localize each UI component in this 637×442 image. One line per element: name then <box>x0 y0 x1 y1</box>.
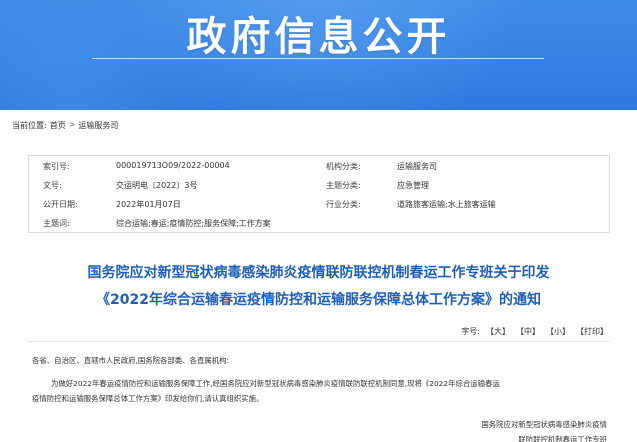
signature-line-2: 联防联控机制春运工作专班 <box>518 435 607 442</box>
salutation: 各省、自治区、直辖市人民政府,国务院各部委、各直属机构: <box>32 356 229 365</box>
font-size-medium-button[interactable]: 【中】 <box>516 326 540 337</box>
metadata-row: 主题词: 综合运输;春运;疫情防控;服务保障;工作方案 <box>29 213 609 232</box>
breadcrumb: 当前位置: 首页 > 运输服务司 <box>12 120 118 131</box>
metadata-value: 000019713O09/2022-00004 <box>116 161 230 170</box>
breadcrumb-current-link[interactable]: 运输服务司 <box>78 120 118 131</box>
font-size-small-button[interactable]: 【小】 <box>546 326 570 337</box>
breadcrumb-home-link[interactable]: 首页 <box>50 120 66 131</box>
metadata-key: 主题分类: <box>326 181 361 190</box>
metadata-key: 机构分类: <box>326 162 361 171</box>
metadata-row: 文号: 交运明电〔2022〕3号 主题分类: 应急管理 <box>29 175 609 194</box>
font-size-large-button[interactable]: 【大】 <box>486 326 510 337</box>
body-paragraph-line: 为做好2022年春运疫情防控和运输服务保障工作,经国务院应对新型冠状病毒感染肺炎… <box>51 379 500 388</box>
metadata-table: 索引号: 000019713O09/2022-00004 机构分类: 运输服务司… <box>28 155 610 233</box>
metadata-value: 综合运输;春运;疫情防控;服务保障;工作方案 <box>116 219 271 228</box>
metadata-key: 文号: <box>43 181 62 190</box>
banner: 政府信息公开 <box>0 0 637 110</box>
metadata-value: 应急管理 <box>397 181 429 190</box>
metadata-key: 行业分类: <box>326 200 361 209</box>
banner-title: 政府信息公开 <box>186 14 451 60</box>
metadata-value: 道路旅客运输;水上旅客运输 <box>397 200 496 209</box>
banner-divider <box>92 58 544 59</box>
document-title-line-1: 国务院应对新型冠状病毒感染肺炎疫情联防联控机制春运工作专班关于印发 <box>87 265 550 281</box>
breadcrumb-label: 当前位置: <box>12 121 47 130</box>
content-divider <box>28 341 610 342</box>
metadata-value: 2022年01月07日 <box>116 200 181 209</box>
print-button[interactable]: 【打印】 <box>576 326 608 337</box>
document-title-line-2: 《2022年综合运输春运疫情防控和运输服务保障总体工作方案》的通知 <box>96 292 541 308</box>
metadata-value: 交运明电〔2022〕3号 <box>116 181 198 190</box>
metadata-key: 索引号: <box>43 162 70 171</box>
metadata-row: 索引号: 000019713O09/2022-00004 机构分类: 运输服务司 <box>29 156 609 175</box>
font-size-label: 字号: <box>461 327 480 336</box>
metadata-key: 公开日期: <box>43 200 78 209</box>
metadata-value: 运输服务司 <box>397 162 437 171</box>
breadcrumb-separator: > <box>68 120 76 129</box>
signature-line-1: 国务院应对新型冠状病毒感染肺炎疫情 <box>481 420 607 429</box>
metadata-row: 公开日期: 2022年01月07日 行业分类: 道路旅客运输;水上旅客运输 <box>29 194 609 213</box>
body-paragraph-line: 疫情防控和运输服务保障总体工作方案》印发给你们,请认真组织实施。 <box>32 394 264 403</box>
font-size-controls: 字号: 【大】 【中】 【小】 【打印】 <box>461 326 608 337</box>
metadata-key: 主题词: <box>43 219 70 228</box>
